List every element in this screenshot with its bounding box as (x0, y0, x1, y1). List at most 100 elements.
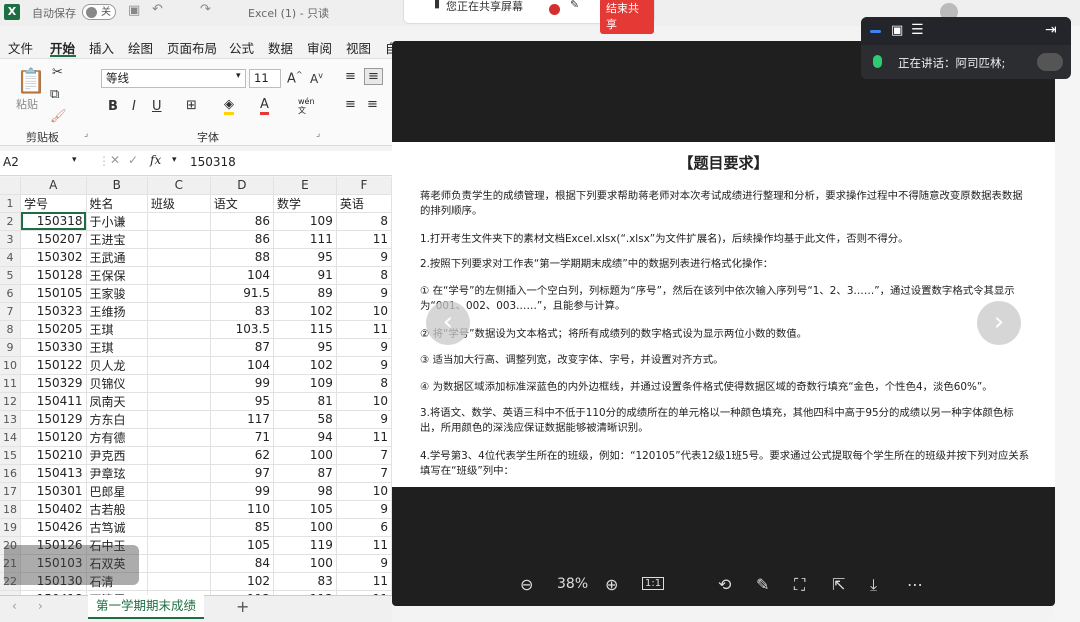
chevron-down-icon[interactable]: ▾ (236, 71, 241, 81)
table-cell[interactable]: 9 (336, 410, 392, 429)
font-size-select[interactable]: 11 (249, 69, 281, 88)
table-cell[interactable] (147, 500, 211, 519)
decrease-font-icon[interactable]: Av (310, 71, 323, 86)
phonetic-icon[interactable]: wén 文 (298, 97, 315, 115)
column-header[interactable]: E (273, 177, 337, 195)
table-cell[interactable] (147, 446, 211, 465)
table-cell[interactable]: 150402 (20, 500, 87, 519)
row-header[interactable]: 19 (0, 518, 21, 537)
increase-font-icon[interactable]: A^ (287, 70, 303, 86)
table-cell[interactable]: 58 (273, 410, 337, 429)
table-cell[interactable]: 11 (336, 230, 392, 249)
row-header[interactable]: 12 (0, 392, 21, 411)
table-cell[interactable]: 6 (336, 518, 392, 537)
header-cell[interactable]: 姓名 (86, 194, 148, 213)
table-cell[interactable]: 150411 (20, 392, 87, 411)
align-left-icon[interactable]: ≡ (345, 97, 356, 112)
table-cell[interactable]: 7 (336, 464, 392, 483)
table-cell[interactable]: 150128 (20, 266, 87, 285)
table-cell[interactable]: 87 (210, 338, 274, 357)
bold-button[interactable]: B (108, 99, 118, 114)
paste-button[interactable]: 粘贴 (16, 96, 38, 112)
table-cell[interactable]: 150122 (20, 356, 87, 375)
table-cell[interactable]: 王保保 (86, 266, 148, 285)
table-cell[interactable]: 9 (336, 338, 392, 357)
table-cell[interactable] (147, 356, 211, 375)
chevron-down-icon[interactable]: ▾ (172, 155, 177, 165)
header-cell[interactable]: 学号 (20, 194, 87, 213)
table-cell[interactable]: 王武通 (86, 248, 148, 267)
table-cell[interactable]: 古若般 (86, 500, 148, 519)
tab-file[interactable]: 文件 (8, 38, 33, 57)
header-cell[interactable]: 数学 (273, 194, 337, 213)
align-middle-icon[interactable]: ≡ (364, 68, 383, 85)
table-cell[interactable]: 97 (210, 464, 274, 483)
table-cell[interactable]: 古笃诚 (86, 518, 148, 537)
italic-button[interactable]: I (132, 99, 136, 114)
table-cell[interactable] (147, 392, 211, 411)
select-all-corner[interactable] (0, 177, 21, 195)
table-cell[interactable]: 99 (210, 482, 274, 501)
table-cell[interactable]: 150413 (20, 464, 87, 483)
row-header[interactable]: 10 (0, 356, 21, 375)
table-cell[interactable]: 9 (336, 284, 392, 303)
table-cell[interactable]: 150329 (20, 374, 87, 393)
table-cell[interactable]: 150301 (20, 482, 87, 501)
tab-view[interactable]: 视图 (346, 38, 371, 57)
table-cell[interactable]: 104 (210, 266, 274, 285)
table-cell[interactable] (147, 536, 211, 555)
prev-image-button[interactable]: ‹ (426, 301, 470, 345)
table-cell[interactable]: 8 (336, 266, 392, 285)
table-cell[interactable] (147, 248, 211, 267)
share-icon[interactable]: ⇱ (832, 575, 845, 594)
table-cell[interactable]: 102 (273, 356, 337, 375)
table-cell[interactable] (147, 410, 211, 429)
header-cell[interactable]: 班级 (147, 194, 211, 213)
table-cell[interactable]: 8 (336, 212, 392, 231)
underline-button[interactable]: U (152, 99, 162, 114)
next-image-button[interactable]: › (977, 301, 1021, 345)
table-cell[interactable]: 95 (273, 338, 337, 357)
table-cell[interactable]: 9 (336, 356, 392, 375)
table-cell[interactable]: 150302 (20, 248, 87, 267)
zoom-in-icon[interactable]: ⊕ (605, 575, 618, 594)
cancel-icon[interactable]: ✕ (110, 153, 120, 167)
table-cell[interactable]: 11 (336, 572, 392, 591)
undo-icon[interactable]: ↶ (152, 2, 163, 17)
column-header[interactable]: F (336, 177, 392, 195)
cut-icon[interactable]: ✂ (52, 65, 63, 80)
row-header[interactable]: 1 (0, 194, 21, 213)
table-cell[interactable]: 方有德 (86, 428, 148, 447)
insert-function-button[interactable]: fx (150, 153, 161, 167)
table-cell[interactable]: 104 (210, 356, 274, 375)
table-cell[interactable]: 91.5 (210, 284, 274, 303)
table-cell[interactable] (147, 266, 211, 285)
add-sheet-icon[interactable]: + (236, 597, 249, 616)
formula-input[interactable]: 150318 (190, 155, 236, 169)
name-box[interactable]: A2 (3, 155, 19, 169)
table-cell[interactable]: 91 (273, 266, 337, 285)
row-header[interactable]: 18 (0, 500, 21, 519)
table-cell[interactable]: 贝锦仪 (86, 374, 148, 393)
font-launcher-icon[interactable]: ⌟ (316, 129, 320, 139)
table-cell[interactable]: 10 (336, 392, 392, 411)
download-icon[interactable]: ⤓ (870, 575, 877, 595)
table-cell[interactable] (147, 230, 211, 249)
table-cell[interactable]: 尹克西 (86, 446, 148, 465)
column-header[interactable]: D (210, 177, 274, 195)
table-cell[interactable]: 方东白 (86, 410, 148, 429)
table-cell[interactable]: 100 (273, 554, 337, 573)
table-cell[interactable]: 150318 (20, 212, 87, 231)
row-header[interactable]: 11 (0, 374, 21, 393)
chevron-down-icon[interactable]: ▾ (72, 155, 77, 165)
row-header[interactable]: 17 (0, 482, 21, 501)
table-cell[interactable]: 凤南天 (86, 392, 148, 411)
prev-sheet-icon[interactable]: ‹ (12, 599, 17, 613)
tab-insert[interactable]: 插入 (89, 38, 114, 57)
header-cell[interactable]: 英语 (336, 194, 392, 213)
table-cell[interactable]: 86 (210, 230, 274, 249)
copy-icon[interactable]: ⧉ (50, 87, 59, 102)
row-header[interactable]: 9 (0, 338, 21, 357)
row-header[interactable]: 16 (0, 464, 21, 483)
tab-data[interactable]: 数据 (268, 38, 293, 57)
